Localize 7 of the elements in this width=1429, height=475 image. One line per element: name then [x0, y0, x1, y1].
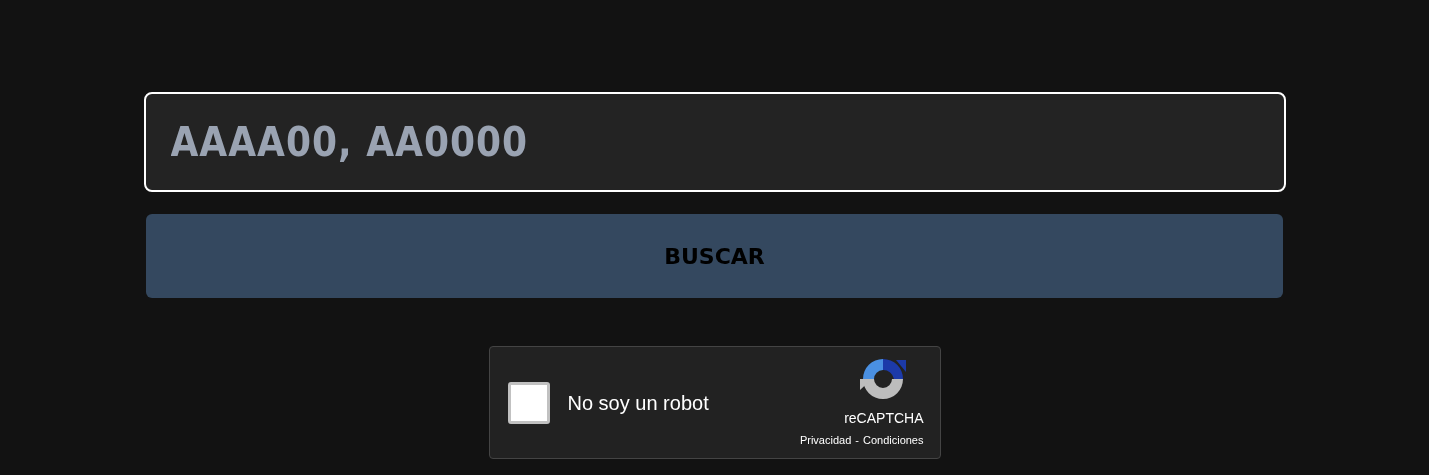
- captcha-label: No soy un robot: [567, 390, 709, 416]
- link-separator: -: [855, 433, 859, 449]
- captcha-checkbox[interactable]: [507, 381, 550, 424]
- privacy-link[interactable]: Privacidad: [799, 432, 852, 449]
- recaptcha-brand: reCAPTCHA: [844, 409, 924, 429]
- search-field[interactable]: AAAA00, AA0000: [143, 92, 1286, 192]
- terms-link[interactable]: Condiciones: [862, 432, 924, 449]
